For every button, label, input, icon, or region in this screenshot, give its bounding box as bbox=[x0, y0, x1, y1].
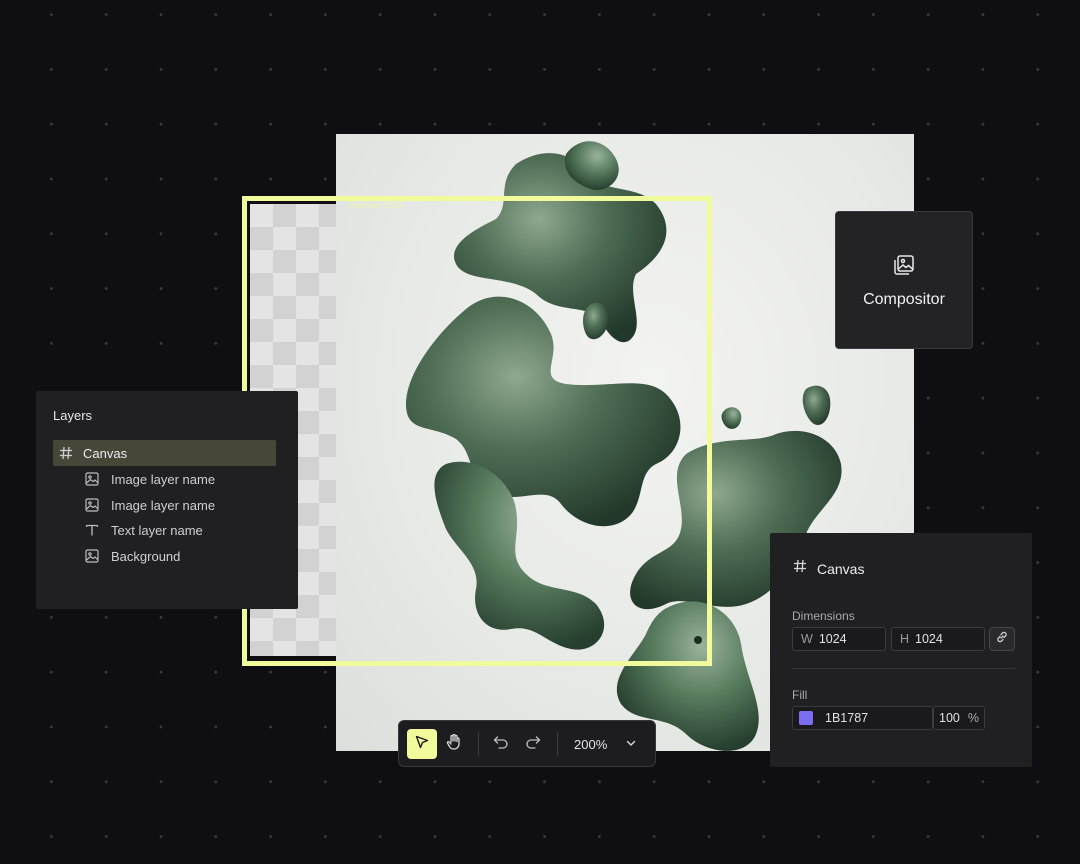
dimensions-label: Dimensions bbox=[792, 609, 855, 623]
opacity-unit: % bbox=[967, 711, 979, 725]
properties-panel: Canvas Dimensions W 1024 H 1024 Fill 1B1… bbox=[770, 533, 1032, 767]
undo-icon bbox=[492, 733, 510, 756]
link-dimensions-button[interactable] bbox=[989, 627, 1015, 651]
chevron-down-icon[interactable] bbox=[624, 736, 638, 755]
link-icon bbox=[995, 630, 1009, 649]
hand-icon bbox=[445, 733, 463, 756]
layer-item-label: Canvas bbox=[83, 445, 128, 461]
layer-item-label: Image layer name bbox=[111, 497, 216, 513]
text-icon bbox=[83, 521, 101, 539]
image-icon bbox=[83, 470, 101, 488]
opacity-value: 100 bbox=[939, 711, 960, 725]
width-prefix: W bbox=[801, 632, 813, 646]
selection-frame[interactable] bbox=[242, 196, 712, 666]
layers-panel-title: Layers bbox=[53, 408, 93, 423]
pointer-tool-button[interactable] bbox=[407, 729, 437, 759]
image-icon bbox=[83, 547, 101, 565]
toolbar-divider bbox=[478, 732, 479, 756]
layer-item-canvas[interactable]: Canvas bbox=[53, 440, 276, 466]
redo-button[interactable] bbox=[518, 729, 548, 759]
hash-icon bbox=[793, 559, 807, 578]
fill-swatch[interactable] bbox=[799, 711, 813, 725]
height-value: 1024 bbox=[915, 632, 943, 646]
hand-tool-button[interactable] bbox=[439, 729, 469, 759]
height-prefix: H bbox=[900, 632, 910, 646]
height-field[interactable]: H 1024 bbox=[891, 627, 985, 651]
width-field[interactable]: W 1024 bbox=[792, 627, 886, 651]
image-icon bbox=[83, 496, 101, 514]
toolbar-divider bbox=[557, 732, 558, 756]
bottom-toolbar: 200% bbox=[398, 720, 656, 767]
layer-item-background[interactable]: Background bbox=[83, 543, 180, 569]
compositor-label: Compositor bbox=[863, 291, 945, 308]
pointer-icon bbox=[414, 734, 430, 755]
layer-item-label: Text layer name bbox=[111, 522, 203, 538]
compositor-card[interactable]: Compositor bbox=[835, 211, 973, 349]
selection-label: Canvas 1024 bbox=[348, 200, 405, 210]
properties-title: Canvas bbox=[817, 560, 865, 577]
layer-item-image-2[interactable]: Image layer name bbox=[83, 492, 215, 518]
hash-icon bbox=[57, 444, 75, 462]
redo-icon bbox=[524, 733, 542, 756]
layer-item-label: Image layer name bbox=[111, 471, 216, 487]
fill-color-field[interactable]: 1B1787 bbox=[792, 706, 933, 730]
opacity-field[interactable]: 100 % bbox=[933, 706, 985, 730]
properties-header: Canvas bbox=[793, 559, 864, 578]
zoom-level[interactable]: 200% bbox=[574, 737, 607, 752]
fill-hex-value: 1B1787 bbox=[825, 711, 869, 725]
undo-button[interactable] bbox=[486, 729, 516, 759]
divider bbox=[792, 668, 1015, 669]
layer-item-text[interactable]: Text layer name bbox=[83, 517, 203, 543]
layer-item-label: Background bbox=[111, 548, 181, 564]
fill-label: Fill bbox=[792, 688, 808, 702]
width-value: 1024 bbox=[818, 632, 847, 646]
images-icon bbox=[892, 253, 916, 282]
layer-item-image-1[interactable]: Image layer name bbox=[83, 466, 215, 492]
